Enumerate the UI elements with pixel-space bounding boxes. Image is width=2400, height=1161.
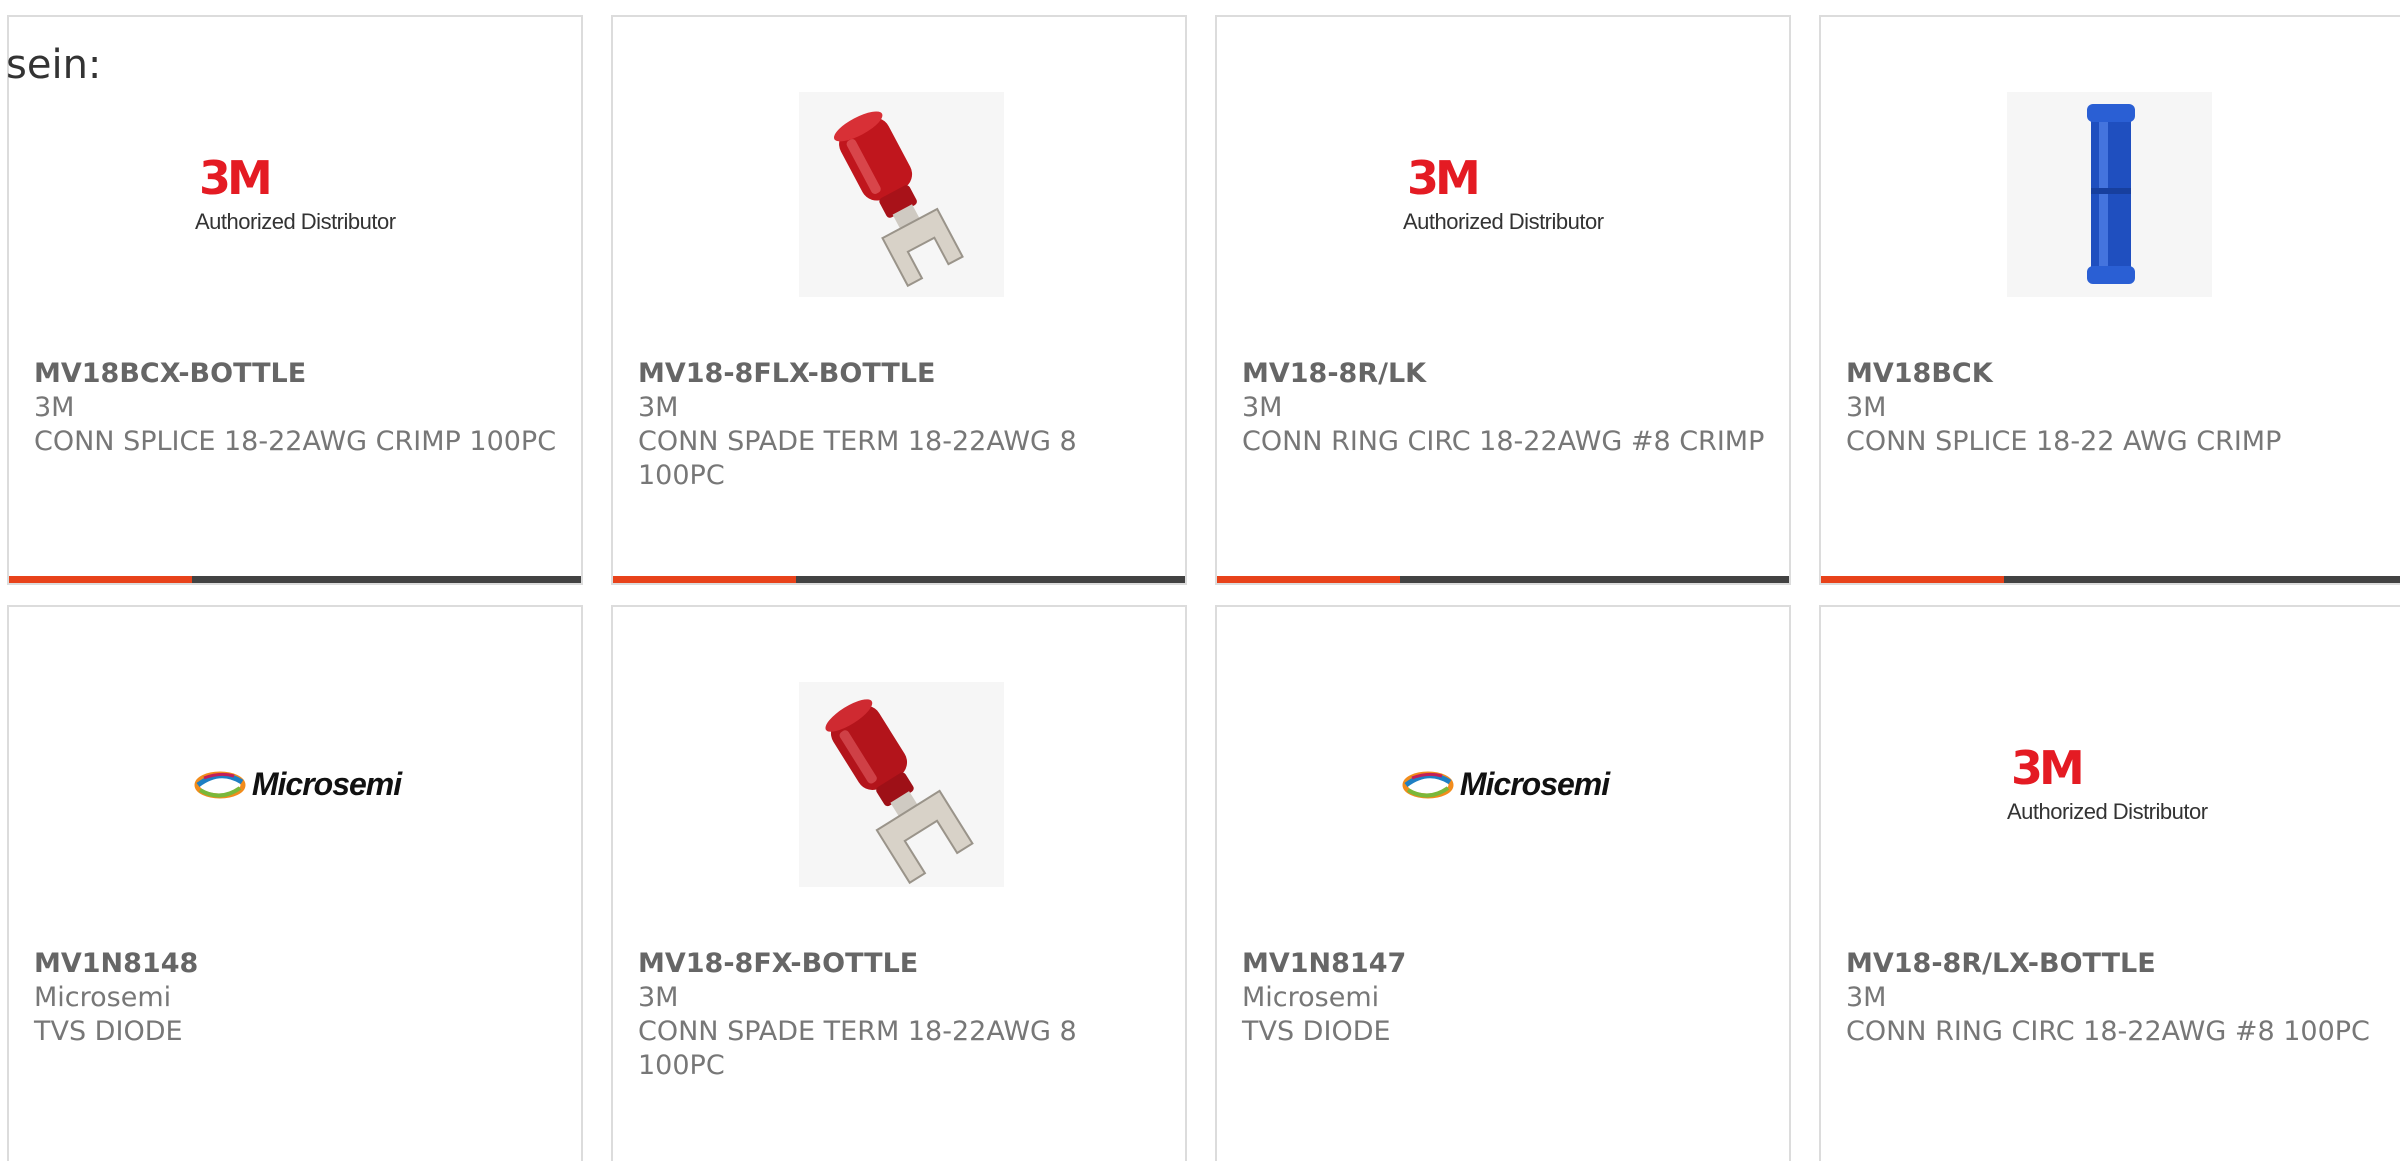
manufacturer-label: Microsemi [1242,982,1380,1013]
microsemi-logo: Microsemi [194,766,402,803]
product-card-mv18bck[interactable]: MV18BCK 3M CONN SPLICE 18-22 AWG CRIMP [1819,15,2400,585]
product-image[interactable] [2007,92,2212,297]
product-description: TVS DIODE [1242,1016,1391,1047]
3m-logo: 3M Authorized Distributor [195,150,396,234]
part-number-link[interactable]: MV18-8R/LX-BOTTLE [1846,947,2380,981]
card-bottom-bar [1821,576,2400,583]
3m-logo: 3M Authorized Distributor [2007,740,2208,824]
card-accent-bar [1217,576,1400,583]
product-image[interactable] [799,92,1004,297]
product-image[interactable]: 3M Authorized Distributor [2007,682,2212,887]
card-accent-bar [613,576,796,583]
card-accent-bar [9,576,192,583]
microsemi-swirl-icon [194,771,246,798]
product-description: TVS DIODE [34,1016,183,1047]
product-description: CONN RING CIRC 18-22AWG #8 CRIMP [1242,426,1765,457]
product-card-mv18-8r-lx-bottle[interactable]: 3M Authorized Distributor MV18-8R/LX-BOT… [1819,605,2400,1161]
red-spade-terminal-photo [799,92,1004,297]
manufacturer-label: 3M [638,982,679,1013]
part-number-link[interactable]: MV18BCK [1846,357,2380,391]
card-bottom-bar [9,576,581,583]
product-card-mv18-8flx-bottle[interactable]: MV18-8FLX-BOTTLE 3M CONN SPADE TERM 18-2… [611,15,1187,585]
product-image[interactable] [799,682,1004,887]
3m-logo: 3M Authorized Distributor [1403,150,1604,234]
part-number-link[interactable]: MV18-8R/LK [1242,357,1769,391]
product-image[interactable]: 3M Authorized Distributor [1403,92,1608,297]
manufacturer-label: 3M [1242,392,1283,423]
product-description: CONN SPLICE 18-22 AWG CRIMP [1846,426,2282,457]
part-number-link[interactable]: MV18-8FLX-BOTTLE [638,357,1165,391]
product-card-mv1n8148[interactable]: Microsemi MV1N8148 Microsemi TVS DIODE [7,605,583,1161]
manufacturer-label: 3M [1846,982,1887,1013]
product-description: CONN SPADE TERM 18-22AWG 8 100PC [638,426,1077,491]
product-image[interactable]: Microsemi [1402,682,1610,887]
product-card-mv1n8147[interactable]: Microsemi MV1N8147 Microsemi TVS DIODE [1215,605,1791,1161]
product-image[interactable]: Microsemi [194,682,402,887]
product-description: CONN SPADE TERM 18-22AWG 8 100PC [638,1016,1077,1081]
manufacturer-label: 3M [34,392,75,423]
intro-text: sein: [6,42,102,88]
product-card-mv18-8r-lk[interactable]: 3M Authorized Distributor MV18-8R/LK 3M … [1215,15,1791,585]
part-number-link[interactable]: MV1N8148 [34,947,561,981]
card-bottom-bar [613,576,1185,583]
product-card-mv18bcx-bottle[interactable]: 3M Authorized Distributor MV18BCX-BOTTLE… [7,15,583,585]
blue-butt-splice-photo [2007,92,2212,297]
microsemi-logo: Microsemi [1402,766,1610,803]
product-grid: 3M Authorized Distributor MV18BCX-BOTTLE… [0,0,2400,1161]
microsemi-swirl-icon [1402,771,1454,798]
part-number-link[interactable]: MV1N8147 [1242,947,1769,981]
red-spade-terminal-photo [799,682,1004,887]
manufacturer-label: Microsemi [34,982,172,1013]
part-number-link[interactable]: MV18BCX-BOTTLE [34,357,561,391]
part-number-link[interactable]: MV18-8FX-BOTTLE [638,947,1165,981]
card-bottom-bar [1217,576,1789,583]
manufacturer-label: 3M [1846,392,1887,423]
manufacturer-label: 3M [638,392,679,423]
card-accent-bar [1821,576,2004,583]
product-description: CONN SPLICE 18-22AWG CRIMP 100PC [34,426,557,457]
product-card-mv18-8fx-bottle[interactable]: MV18-8FX-BOTTLE 3M CONN SPADE TERM 18-22… [611,605,1187,1161]
product-description: CONN RING CIRC 18-22AWG #8 100PC [1846,1016,2370,1047]
product-image[interactable]: 3M Authorized Distributor [195,92,400,297]
